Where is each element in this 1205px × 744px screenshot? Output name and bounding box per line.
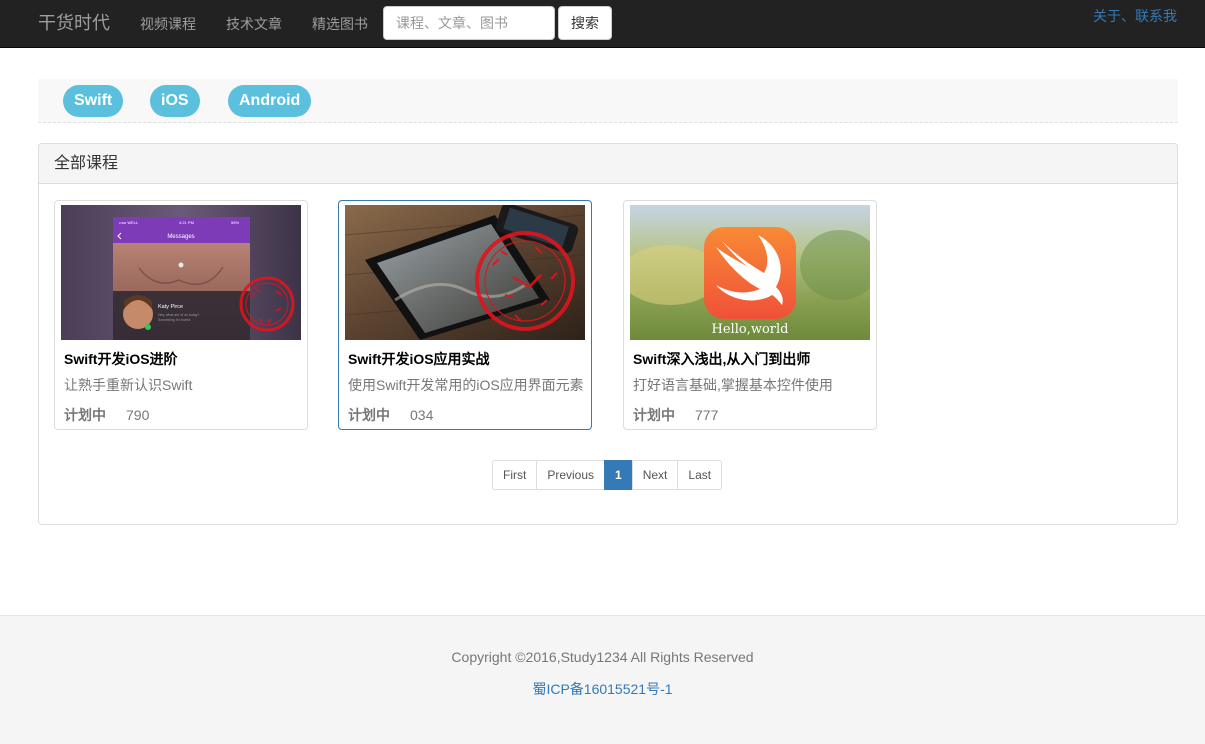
messages-app-thumbnail: ••oo WELL 4:21 PM 55% Messages Katy Pirc… (61, 205, 301, 340)
nav-selected-books[interactable]: 精选图书 (312, 14, 368, 34)
course-card[interactable]: Swift开发iOS应用实战 使用Swift开发常用的iOS应用界面元素 计划中… (338, 200, 592, 430)
page-previous[interactable]: Previous (536, 460, 606, 490)
page-next[interactable]: Next (631, 460, 679, 490)
copyright-text: Copyright ©2016,Study1234 All Rights Res… (451, 649, 754, 665)
panel-heading: 全部课程 (39, 144, 1177, 184)
nav-video-courses[interactable]: 视频课程 (140, 14, 196, 34)
course-thumbnail (345, 205, 585, 340)
course-title[interactable]: Swift开发iOS应用实战 (348, 350, 490, 368)
course-status: 计划中 (633, 407, 675, 423)
contact-name: Katy Pirce (158, 304, 183, 310)
course-thumbnail: ••oo WELL 4:21 PM 55% Messages Katy Pirc… (61, 205, 301, 340)
search-button[interactable]: 搜索 (558, 6, 612, 40)
course-title[interactable]: Swift开发iOS进阶 (64, 350, 178, 368)
course-card[interactable]: Hello,world Swift深入浅出,从入门到出师 打好语言基础,掌握基本… (623, 200, 877, 430)
brand-logo[interactable]: 干货时代 (38, 11, 110, 35)
message-preview-1: Hey, what are of so today? (158, 313, 199, 317)
course-description: 打好语言基础,掌握基本控件使用 (633, 377, 833, 393)
messages-nav-title: Messages (167, 234, 194, 240)
status-bar-carrier: ••oo WELL (119, 220, 139, 225)
all-courses-panel: 全部课程 ••oo WELL 4:21 PM 55% Messages Katy… (38, 143, 1178, 525)
page-current[interactable]: 1 (604, 460, 633, 490)
search-input[interactable] (383, 6, 555, 40)
course-description: 使用Swift开发常用的iOS应用界面元素 (348, 377, 584, 393)
course-status: 计划中 (64, 407, 106, 423)
tag-ios[interactable]: iOS (150, 85, 200, 117)
course-count: 034 (410, 407, 434, 423)
course-count: 777 (695, 407, 719, 423)
icp-license-link[interactable]: 蜀ICP备16015521号-1 (0, 679, 1205, 699)
thumbnail-caption: Hello,world (712, 322, 789, 337)
top-navbar: 干货时代 视频课程 技术文章 精选图书 搜索 关于、联系我 (0, 0, 1205, 48)
message-preview-2: Something I'm bored (158, 318, 190, 322)
swift-logo-icon (704, 227, 796, 319)
course-thumbnail: Hello,world (630, 205, 870, 340)
footer: Copyright ©2016,Study1234 All Rights Res… (0, 615, 1205, 744)
tag-android[interactable]: Android (228, 85, 312, 117)
page-last[interactable]: Last (677, 460, 723, 490)
status-bar-battery: 55% (231, 220, 239, 225)
course-description: 让熟手重新认识Swift (64, 377, 193, 393)
tag-swift[interactable]: Swift (63, 85, 124, 117)
nav-tech-articles[interactable]: 技术文章 (226, 14, 282, 34)
ipad-iphone-thumbnail (345, 205, 585, 340)
course-card[interactable]: ••oo WELL 4:21 PM 55% Messages Katy Pirc… (54, 200, 308, 430)
page-first[interactable]: First (492, 460, 538, 490)
course-status: 计划中 (348, 407, 390, 423)
tag-bar: Swift iOS Android (38, 79, 1178, 123)
course-count: 790 (126, 407, 150, 423)
course-title[interactable]: Swift深入浅出,从入门到出师 (633, 350, 810, 368)
status-bar-time: 4:21 PM (179, 220, 194, 225)
swift-logo-thumbnail: Hello,world (630, 205, 870, 340)
pagination: First Previous 1 Next Last (492, 460, 723, 490)
about-contact-link[interactable]: 关于、联系我 (1093, 6, 1177, 26)
